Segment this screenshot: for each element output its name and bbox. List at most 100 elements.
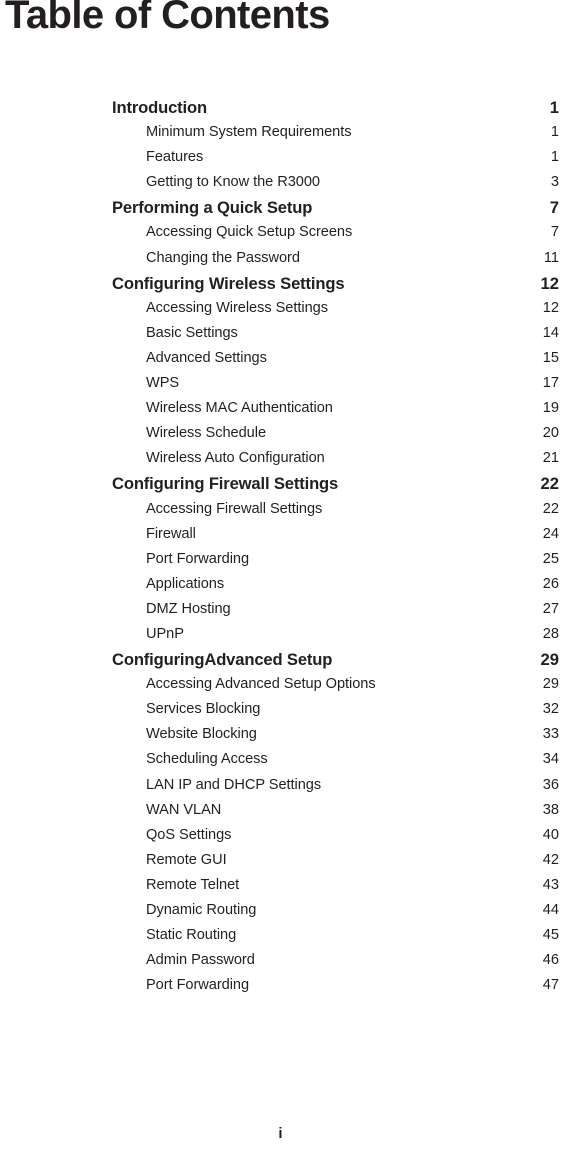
toc-entry-page-number: 1	[550, 149, 559, 166]
toc-entry-page-number: 14	[542, 324, 559, 341]
toc-entry-row[interactable]: WPS 17	[0, 371, 561, 396]
toc-entry-row[interactable]: Advanced Settings 15	[0, 346, 561, 371]
toc-entry-label: Basic Settings	[146, 324, 238, 341]
toc-entry-row[interactable]: LAN IP and DHCP Settings 36	[0, 773, 561, 798]
toc-entry-label: Accessing Advanced Setup Options	[146, 676, 376, 693]
toc-entry-page-number: 12	[542, 299, 559, 316]
toc-entry-row[interactable]: Dynamic Routing 44	[0, 898, 561, 923]
toc-section-row[interactable]: Performing a Quick Setup 7	[0, 195, 561, 220]
toc-entry-page-number: 42	[542, 851, 559, 868]
toc-entry-row[interactable]: DMZ Hosting 27	[0, 597, 561, 622]
toc-entry-page-number: 25	[542, 550, 559, 567]
toc-entry-page-number: 43	[542, 876, 559, 893]
toc-entry-label: Wireless MAC Authentication	[146, 400, 333, 417]
toc-entry-label: Port Forwarding	[146, 550, 250, 567]
toc-entry-page-number: 22	[542, 500, 559, 517]
toc-entry-page-number: 21	[542, 450, 559, 467]
toc-entry-label: Changing the Password	[146, 249, 300, 266]
toc-entry-row[interactable]: Accessing Advanced Setup Options 29	[0, 672, 561, 697]
toc-section-page-number: 29	[540, 650, 559, 670]
toc-entry-page-number: 7	[550, 224, 559, 241]
toc-entry-row[interactable]: Accessing Wireless Settings 12	[0, 296, 561, 321]
toc-entry-row[interactable]: UPnP 28	[0, 622, 561, 647]
toc-entry-label: Dynamic Routing	[146, 902, 257, 918]
toc-entry-label: UPnP	[146, 625, 184, 642]
toc-entry-row[interactable]: Website Blocking 33	[0, 722, 561, 747]
toc-entry-row[interactable]: Getting to Know the R3000 3	[0, 170, 561, 195]
toc-entry-row[interactable]: Services Blocking 32	[0, 697, 561, 722]
toc-entry-label: WPS	[146, 375, 180, 392]
toc-entry-page-number: 44	[542, 902, 559, 918]
toc-section-row[interactable]: Configuring Firewall Settings 22	[0, 471, 561, 496]
table-of-contents: Introduction 1 Minimum System Requirements…	[0, 95, 561, 998]
toc-entry-label: Wireless Auto Configuration	[146, 450, 325, 467]
toc-entry-label: Accessing Firewall Settings	[146, 500, 323, 517]
toc-section-label: Performing a Quick Setup	[112, 198, 313, 218]
toc-entry-page-number: 32	[542, 701, 559, 718]
toc-entry-label: Firewall	[146, 525, 196, 542]
toc-entry-page-number: 28	[542, 625, 559, 642]
toc-entry-label: Remote Telnet	[146, 876, 240, 893]
toc-entry-label: Admin Password	[146, 952, 255, 969]
toc-entry-row[interactable]: Wireless Schedule 20	[0, 421, 561, 446]
toc-entry-row[interactable]: QoS Settings 40	[0, 823, 561, 848]
toc-entry-row[interactable]: Port Forwarding 25	[0, 547, 561, 572]
toc-section-label: Configuring Firewall Settings	[112, 474, 339, 494]
toc-entry-row[interactable]: Changing the Password 11	[0, 246, 561, 271]
page-folio: i	[278, 1125, 283, 1142]
toc-entry-label: Remote GUI	[146, 851, 227, 868]
toc-entry-page-number: 46	[542, 952, 559, 969]
toc-entry-row[interactable]: Basic Settings 14	[0, 321, 561, 346]
toc-entry-page-number: 24	[542, 525, 559, 542]
toc-entry-page-number: 45	[542, 927, 559, 944]
toc-entry-row[interactable]: Wireless Auto Configuration 21	[0, 446, 561, 471]
toc-section-row[interactable]: Introduction 1	[0, 95, 561, 120]
toc-entry-page-number: 11	[543, 249, 559, 266]
toc-entry-row[interactable]: Minimum System Requirements 1	[0, 120, 561, 145]
toc-entry-label: Getting to Know the R3000	[146, 174, 320, 191]
toc-entry-row[interactable]: WAN VLAN 38	[0, 798, 561, 823]
toc-entry-label: Scheduling Access	[146, 751, 268, 768]
toc-entry-row[interactable]: Static Routing 45	[0, 923, 561, 948]
toc-entry-row[interactable]: Accessing Firewall Settings 22	[0, 497, 561, 522]
toc-entry-page-number: 17	[542, 375, 559, 392]
toc-entry-row[interactable]: Remote Telnet 43	[0, 873, 561, 898]
toc-entry-label: Services Blocking	[146, 701, 261, 718]
toc-entry-label: Minimum System Requirements	[146, 124, 352, 141]
toc-entry-page-number: 26	[542, 575, 559, 592]
toc-entry-label: DMZ Hosting	[146, 600, 231, 617]
toc-entry-label: Website Blocking	[146, 726, 257, 743]
toc-entry-label: Accessing Quick Setup Screens	[146, 224, 353, 241]
toc-entry-row[interactable]: Port Forwarding 47	[0, 973, 561, 998]
toc-section-page-number: 22	[540, 474, 559, 494]
toc-entry-page-number: 36	[542, 776, 559, 793]
toc-entry-page-number: 33	[542, 726, 559, 743]
toc-entry-label: Static Routing	[146, 927, 237, 944]
toc-entry-page-number: 19	[542, 400, 559, 417]
toc-section-row[interactable]: ConfiguringAdvanced Setup 29	[0, 647, 561, 672]
toc-entry-row[interactable]: Scheduling Access 34	[0, 747, 561, 772]
toc-entry-row[interactable]: Features 1	[0, 145, 561, 170]
toc-entry-page-number: 3	[550, 174, 559, 191]
toc-section-label: Configuring Wireless Settings	[112, 273, 345, 293]
toc-entry-label: QoS Settings	[146, 826, 232, 843]
toc-entry-row[interactable]: Accessing Quick Setup Screens 7	[0, 220, 561, 245]
toc-entry-page-number: 29	[542, 676, 559, 693]
toc-entry-row[interactable]: Applications 26	[0, 572, 561, 597]
toc-entry-row[interactable]: Firewall 24	[0, 522, 561, 547]
page-title: Table of Contents	[5, 0, 330, 37]
toc-entry-page-number: 20	[542, 425, 559, 442]
toc-entry-label: WAN VLAN	[146, 801, 222, 818]
toc-section-row[interactable]: Configuring Wireless Settings 12	[0, 271, 561, 296]
toc-entry-page-number: 1	[550, 124, 559, 141]
toc-entry-row[interactable]: Admin Password 46	[0, 948, 561, 973]
toc-entry-label: Applications	[146, 575, 225, 592]
toc-entry-label: Advanced Settings	[146, 349, 267, 366]
toc-entry-label: Accessing Wireless Settings	[146, 299, 328, 316]
toc-entry-row[interactable]: Wireless MAC Authentication 19	[0, 396, 561, 421]
toc-entry-label: Wireless Schedule	[146, 425, 267, 442]
toc-entry-page-number: 40	[542, 826, 559, 843]
toc-entry-row[interactable]: Remote GUI 42	[0, 848, 561, 873]
toc-entry-label: LAN IP and DHCP Settings	[146, 776, 322, 793]
toc-entry-label: Features	[146, 149, 204, 166]
